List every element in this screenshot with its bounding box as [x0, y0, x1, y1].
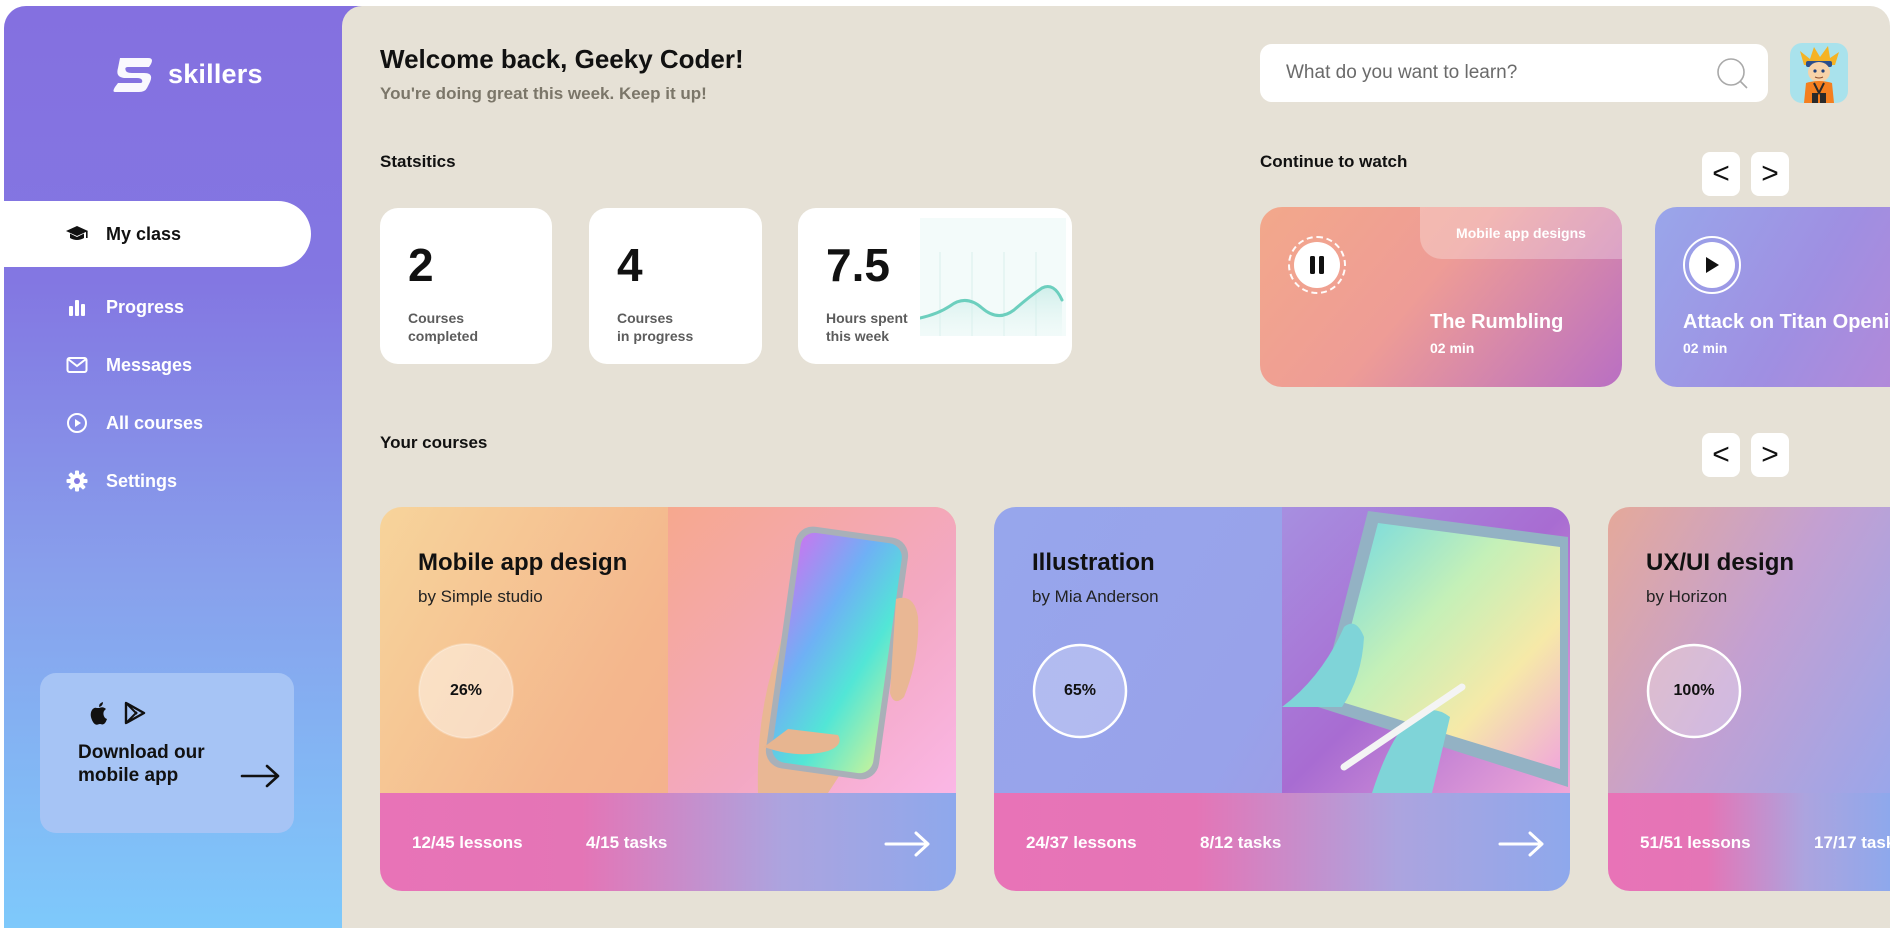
courses-prev-button[interactable]: < [1702, 433, 1740, 477]
course-lessons: 24/37 lessons [1026, 833, 1137, 852]
course-footer: 51/51 lessons 17/17 tasks [1608, 793, 1890, 891]
bar-chart-icon [64, 294, 90, 320]
nav-label: Messages [106, 354, 193, 375]
watch-duration: 02 min [1430, 340, 1475, 356]
watch-card[interactable]: Attack on Titan Opening 02 min [1655, 207, 1890, 387]
course-image-tablet [1282, 507, 1570, 793]
course-lessons: 51/51 lessons [1640, 833, 1751, 852]
nav-label: All courses [106, 412, 204, 433]
stat-value: 4 [617, 239, 643, 291]
play-circle-icon [64, 410, 90, 436]
avatar-image [1800, 46, 1839, 103]
download-line-1: Download our [78, 742, 205, 763]
play-icon [1706, 257, 1719, 273]
nav-item-settings[interactable]: Settings [4, 448, 177, 514]
watch-next-button[interactable]: > [1751, 152, 1789, 196]
watch-duration: 02 min [1683, 340, 1728, 356]
course-tasks: 8/12 tasks [1200, 833, 1282, 852]
download-app-card[interactable]: Download our mobile app [40, 673, 294, 833]
course-author: by Mia Anderson [1032, 587, 1159, 606]
stat-label: Hours spent this week [826, 310, 908, 344]
course-card-mobile-app-design[interactable]: Mobile app design by Simple studio 26% 1… [380, 507, 956, 891]
stat-value: 2 [408, 239, 434, 291]
pause-icon [1310, 256, 1324, 274]
stat-card-completed: 2 Courses completed [380, 208, 552, 364]
stat-value: 7.5 [826, 239, 890, 291]
avatar[interactable] [1790, 43, 1848, 103]
arrow-right-icon[interactable] [884, 829, 932, 859]
course-footer: 12/45 lessons 4/15 tasks [380, 793, 956, 891]
nav-label: Settings [106, 470, 178, 491]
nav-item-my-class[interactable]: My class [4, 201, 311, 267]
stat-label: Courses completed [408, 310, 479, 344]
nav-item-progress[interactable]: Progress [4, 274, 184, 340]
watch-card[interactable]: Mobile app designs The Rumbling 02 min [1260, 207, 1622, 387]
logo[interactable]: skillers [110, 52, 263, 96]
course-tasks: 17/17 tasks [1814, 833, 1890, 852]
download-line-2: mobile app [78, 764, 179, 786]
course-tasks: 4/15 tasks [586, 833, 668, 852]
course-lessons: 12/45 lessons [412, 833, 523, 852]
courses-next-button[interactable]: > [1751, 433, 1789, 477]
watch-title: The Rumbling [1430, 311, 1564, 333]
gear-icon [64, 468, 90, 494]
course-footer: 24/37 lessons 8/12 tasks [994, 793, 1570, 891]
stat-label: Courses in progress [617, 310, 694, 344]
arrow-right-icon[interactable] [1498, 829, 1546, 859]
progress-value: 26% [449, 682, 483, 699]
course-title: Illustration [1032, 549, 1155, 576]
main-content: Welcome back, Geeky Coder! You're doing … [342, 6, 1890, 928]
course-author: by Horizon [1646, 587, 1728, 606]
course-progress-ring: 65% [1031, 642, 1129, 740]
watch-tag: Mobile app designs [1420, 207, 1622, 259]
google-play-icon [124, 701, 146, 730]
page-subtitle: You're doing great this week. Keep it up… [380, 84, 707, 103]
nav-label: Progress [106, 296, 185, 317]
stat-card-in-progress: 4 Courses in progress [589, 208, 762, 364]
search-bar[interactable] [1260, 44, 1768, 102]
pause-button[interactable] [1288, 236, 1346, 294]
brand-name: skillers [168, 58, 263, 89]
courses-title: Your courses [380, 433, 488, 452]
logo-icon [113, 58, 152, 92]
sidebar: skillers My class Progress Messages All … [4, 6, 364, 928]
continue-watch-title: Continue to watch [1260, 152, 1408, 171]
watch-title: Attack on Titan Opening [1683, 311, 1890, 333]
download-text: Download our mobile app [78, 742, 205, 788]
nav-item-all-courses[interactable]: All courses [4, 390, 203, 456]
nav-item-messages[interactable]: Messages [4, 332, 192, 398]
nav-label: My class [106, 223, 182, 244]
stat-card-hours: 7.5 Hours spent this week [798, 208, 1072, 364]
graduation-cap-icon [64, 221, 90, 247]
course-title: UX/UI design [1646, 549, 1795, 576]
hours-sparkline [920, 218, 1066, 336]
progress-value: 100% [1673, 682, 1715, 699]
course-image-phone [668, 507, 956, 793]
course-progress-ring: 100% [1645, 642, 1743, 740]
course-author: by Simple studio [418, 587, 543, 606]
apple-icon [88, 700, 110, 731]
course-title: Mobile app design [418, 549, 628, 576]
progress-value: 65% [1063, 682, 1097, 699]
watch-prev-button[interactable]: < [1702, 152, 1740, 196]
course-progress-ring: 26% [417, 642, 515, 740]
page-title: Welcome back, Geeky Coder! [380, 44, 744, 74]
play-button[interactable] [1683, 236, 1741, 294]
arrow-right-icon [240, 764, 280, 788]
course-card-ux-ui-design[interactable]: UX/UI design by Horizon 100% 51/51 lesso… [1608, 507, 1890, 891]
envelope-icon [64, 352, 90, 378]
course-card-illustration[interactable]: Illustration by Mia Anderson 65% 24/37 l… [994, 507, 1570, 891]
statistics-title: Statsitics [380, 152, 456, 171]
search-input[interactable] [1286, 62, 1714, 84]
search-icon[interactable] [1714, 55, 1750, 91]
